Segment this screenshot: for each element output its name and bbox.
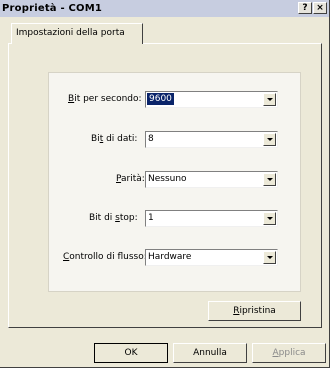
flow-control-value: Hardware [148, 252, 192, 262]
cancel-button[interactable]: Annulla [173, 343, 247, 363]
stop-bits-value: 1 [148, 213, 154, 223]
chevron-down-icon[interactable] [263, 212, 276, 225]
window-title: Proprietà - COM1 [2, 3, 103, 14]
properties-dialog: Proprietà - COM1 ? × Impostazioni della … [0, 0, 330, 368]
chevron-down-icon[interactable] [263, 251, 276, 264]
flow-control-select[interactable]: Hardware [145, 249, 278, 266]
help-button[interactable]: ? [298, 2, 312, 14]
chevron-down-icon[interactable] [263, 93, 276, 106]
parity-label: Parità: [116, 174, 145, 184]
data-bits-label: Bit di dati: [91, 134, 138, 144]
stop-bits-select[interactable]: 1 [145, 210, 278, 227]
ok-button[interactable]: OK [94, 343, 168, 363]
restore-defaults-button[interactable]: Ripristina [208, 301, 301, 321]
bits-per-second-value: 9600 [147, 93, 174, 105]
chevron-down-icon[interactable] [263, 133, 276, 146]
chevron-down-icon[interactable] [263, 173, 276, 186]
parity-select[interactable]: Nessuno [145, 171, 278, 188]
parity-value: Nessuno [148, 174, 187, 184]
data-bits-select[interactable]: 8 [145, 131, 278, 148]
stop-bits-label: Bit di stop: [89, 213, 138, 223]
tab-label: Impostazioni della porta [16, 28, 125, 38]
tab-port-settings[interactable]: Impostazioni della porta [11, 23, 143, 44]
close-button[interactable]: × [313, 2, 327, 14]
data-bits-value: 8 [148, 134, 154, 144]
flow-control-label: Controllo di flusso: [63, 252, 147, 262]
bits-per-second-select[interactable]: 9600 [145, 91, 278, 108]
apply-button[interactable]: Applica [252, 343, 326, 363]
title-bar[interactable]: Proprietà - COM1 ? × [0, 0, 329, 17]
bits-per-second-label: Bit per secondo: [68, 94, 142, 104]
